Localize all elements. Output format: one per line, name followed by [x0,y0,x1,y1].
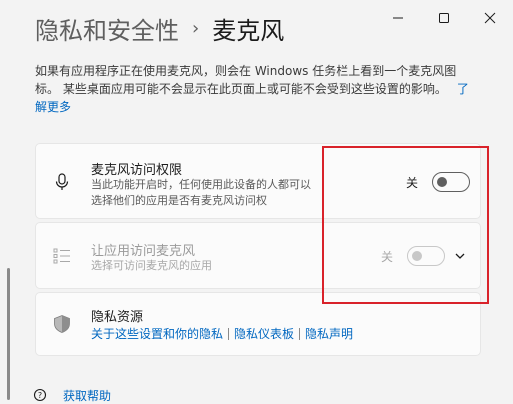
maximize-icon [439,13,449,23]
svg-text:?: ? [38,391,42,400]
app-access-subtitle: 选择可访问麦克风的应用 [91,259,212,272]
breadcrumb-parent[interactable]: 隐私和安全性 [35,11,179,46]
privacy-link-about[interactable]: 关于这些设置和你的隐私 [91,325,223,342]
window-controls [375,8,513,28]
description-text: 如果有应用程序正在使用麦克风，则会在 Windows 任务栏上看到一个麦克风图标… [35,64,457,96]
microphone-icon [55,173,69,190]
breadcrumb: 隐私和安全性 › 麦克风 [35,10,284,46]
minimize-icon [393,17,403,19]
list-icon [53,248,70,264]
minimize-button[interactable] [375,8,421,28]
mic-access-title: 麦克风访问权限 [91,163,183,178]
scrollbar[interactable] [7,268,10,400]
privacy-resources-title: 隐私资源 [91,310,144,325]
page-description: 如果有应用程序正在使用麦克风，则会在 Windows 任务栏上看到一个麦克风图标… [35,62,475,116]
get-help-label: 获取帮助 [63,389,112,403]
privacy-links: 关于这些设置和你的隐私 隐私仪表板 隐私声明 [91,325,353,342]
highlight-box [322,146,489,304]
close-icon [484,12,496,24]
get-help-link[interactable]: ? 获取帮助 [33,387,111,404]
privacy-link-dashboard[interactable]: 隐私仪表板 [234,325,294,342]
breadcrumb-separator-icon: › [192,17,200,39]
link-divider [299,327,301,340]
close-button[interactable] [467,8,513,28]
shield-icon [54,315,70,333]
link-divider [228,327,230,340]
maximize-button[interactable] [421,8,467,28]
help-icon: ? [33,388,47,401]
mic-access-subtitle: 当此功能开启时，任何使用此设备的人都可以选择他们的应用是否有麦克风访问权 [91,178,311,207]
privacy-link-statement[interactable]: 隐私声明 [305,325,353,342]
page-title: 麦克风 [212,16,285,45]
app-access-title: 让应用访问麦克风 [91,244,196,259]
